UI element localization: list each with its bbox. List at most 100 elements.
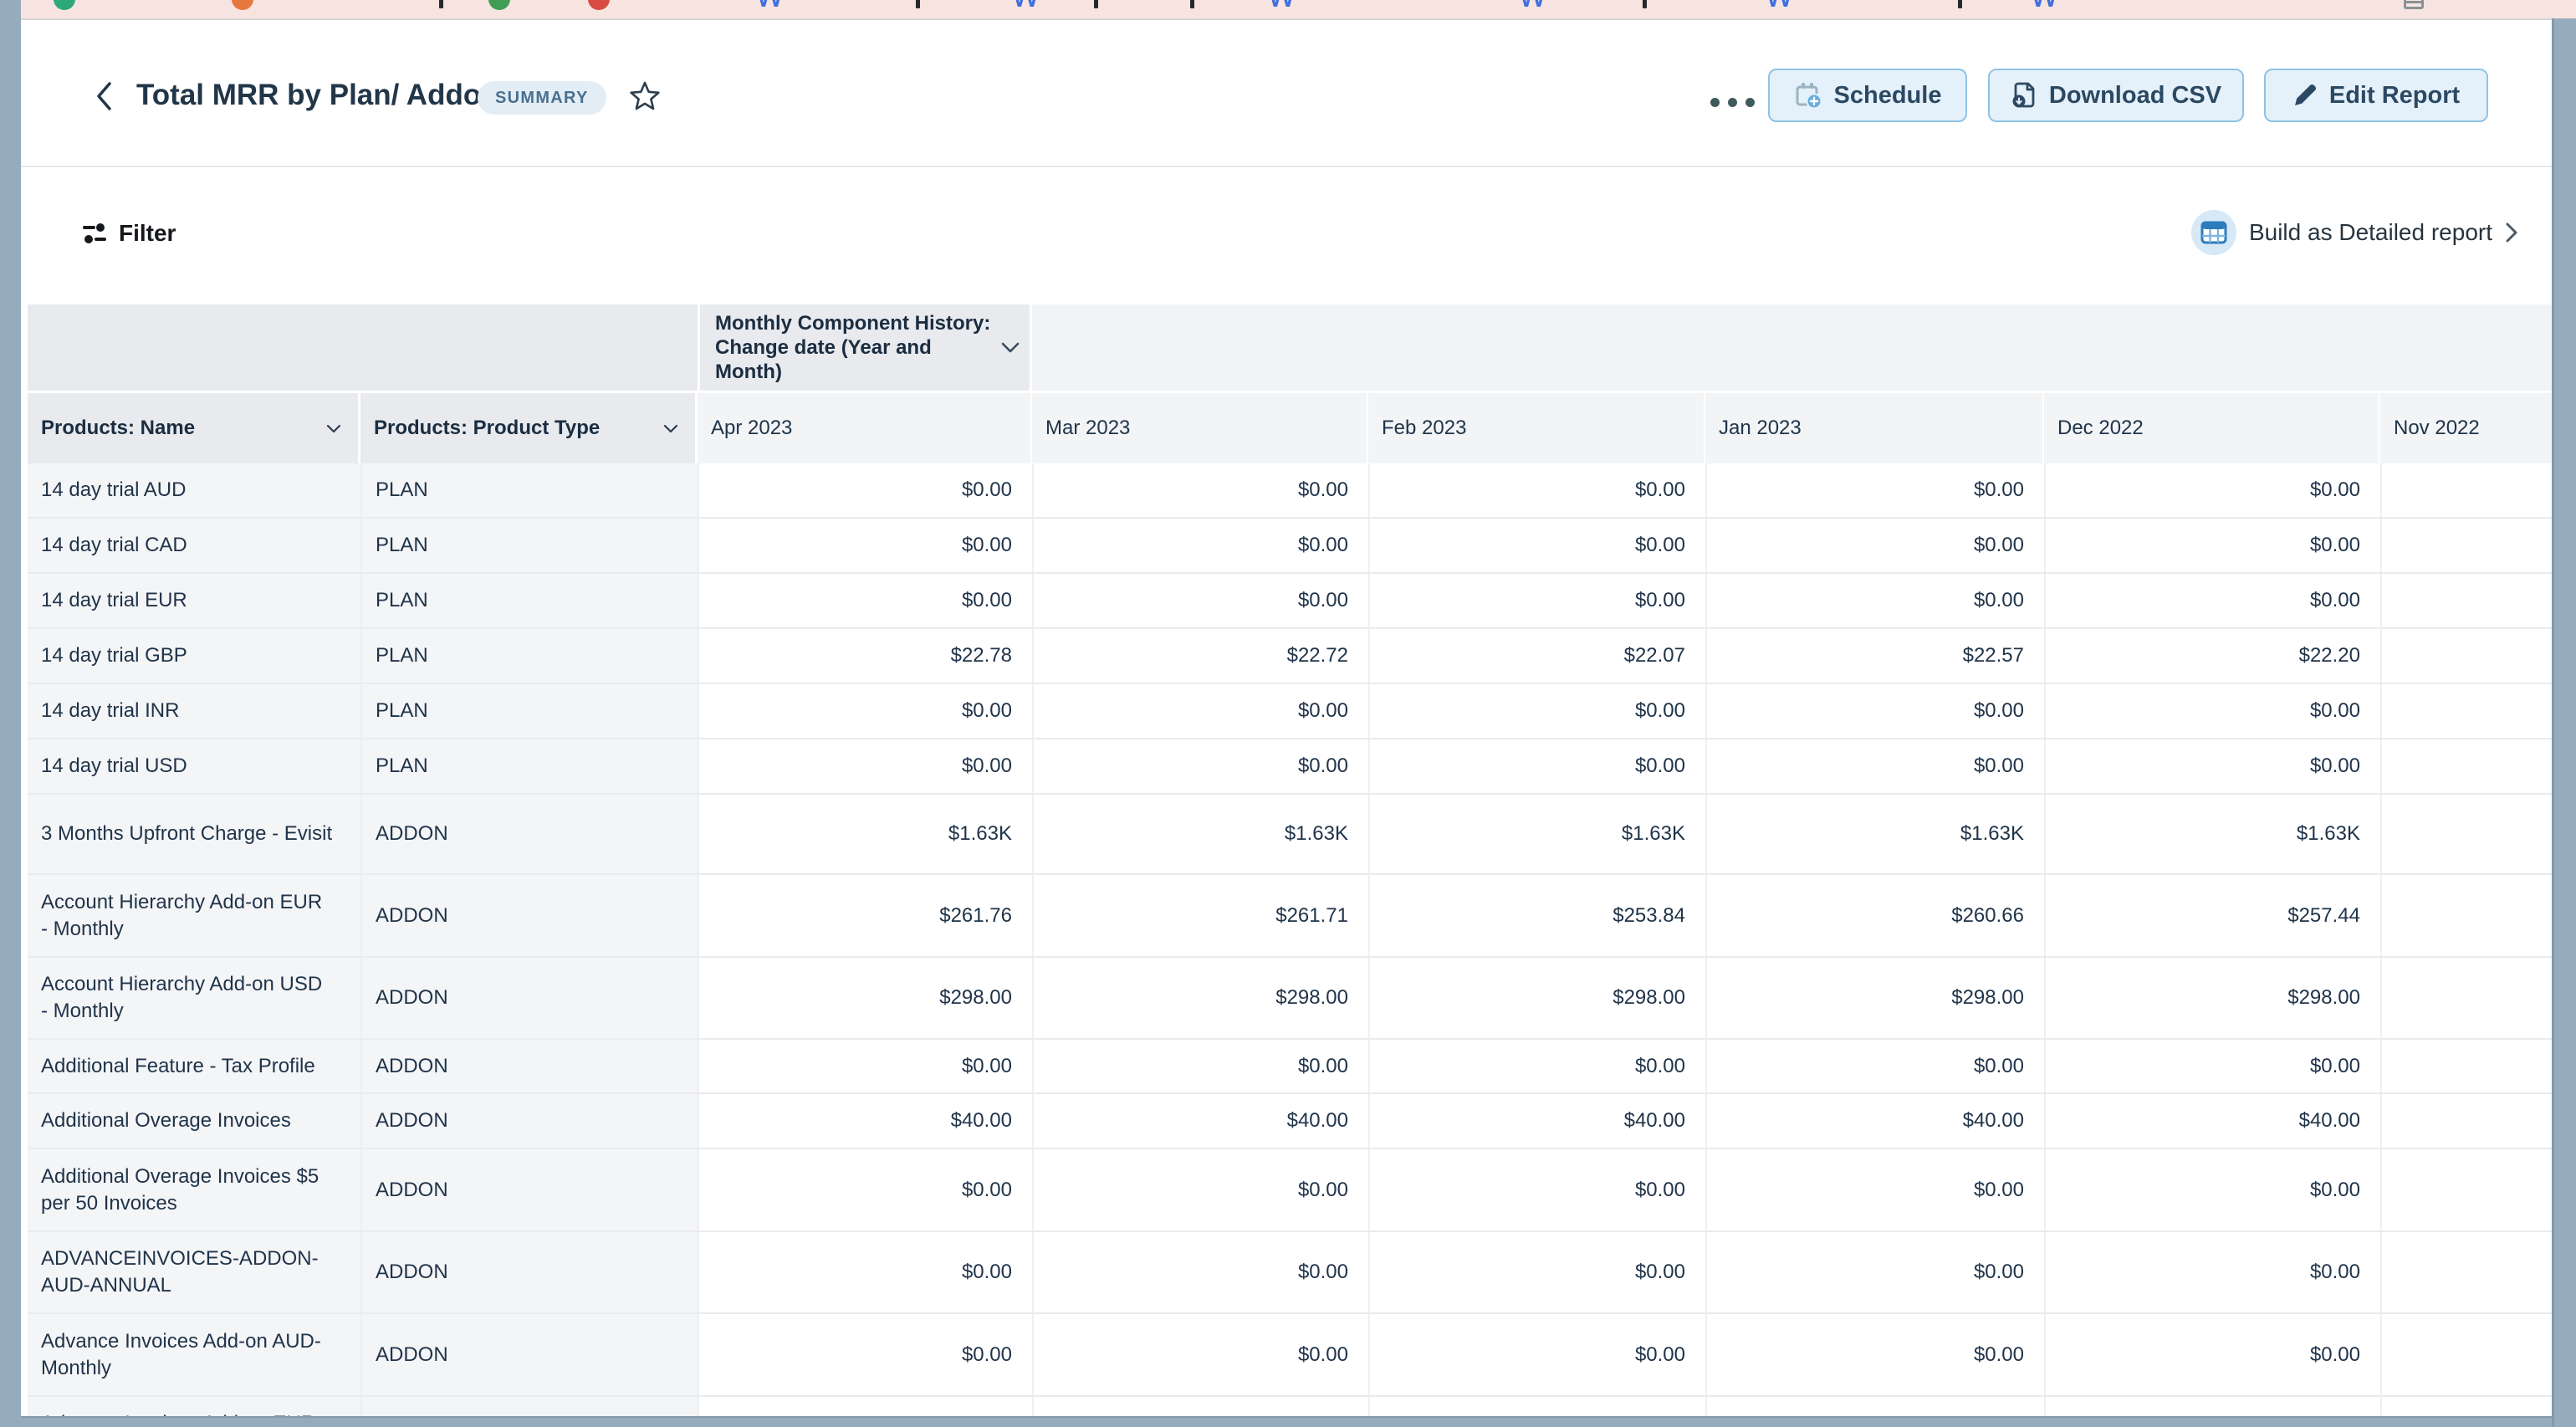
edit-report-button[interactable]: Edit Report <box>2264 69 2488 122</box>
build-detailed-report-link[interactable]: Build as Detailed report <box>2191 207 2518 258</box>
mrr-value-cell: $1.63K <box>1368 795 1705 873</box>
mrr-value-cell: $0.00 <box>2044 519 2380 572</box>
favicon-green-site[interactable] <box>488 0 510 10</box>
mrr-value-cell <box>2380 1314 2552 1395</box>
mrr-value-cell <box>2380 463 2552 517</box>
back-button[interactable] <box>84 77 123 115</box>
mrr-value-cell: $0.00 <box>1705 1040 2044 1092</box>
column-header-month[interactable]: Nov 2022 <box>2380 393 2552 463</box>
product-type-cell: PLAN <box>360 629 698 683</box>
column-header-month-label: Mar 2023 <box>1045 417 1130 440</box>
mrr-value-cell: $0.00 <box>1032 1040 1368 1092</box>
more-options-button[interactable] <box>1700 87 1764 117</box>
mrr-value-cell: $0.00 <box>1368 519 1705 572</box>
window-frame-right <box>2552 18 2576 1427</box>
mrr-value-cell: $0.00 <box>1368 1149 1705 1230</box>
favicon-wiki-blue[interactable]: ∨∨ <box>1268 0 1293 12</box>
favicon-red-site[interactable] <box>588 0 610 10</box>
column-header-month[interactable]: Dec 2022 <box>2044 393 2380 463</box>
build-detailed-report-label: Build as Detailed report <box>2249 219 2492 246</box>
mrr-value-cell: $0.00 <box>1368 574 1705 627</box>
mrr-value-cell: $0.00 <box>1032 1149 1368 1230</box>
mrr-value-cell: $0.00 <box>1705 684 2044 738</box>
mrr-value-cell <box>2044 1397 2380 1416</box>
column-header-month-label: Feb 2023 <box>1382 417 1466 440</box>
favicon-grid-app[interactable] <box>2404 0 2424 9</box>
mrr-value-cell <box>2380 1094 2552 1148</box>
star-icon <box>628 80 662 112</box>
favicon-wiki-blue[interactable]: ∨∨ <box>1766 0 1791 12</box>
favicon-tick[interactable] <box>1190 0 1194 8</box>
column-header-month[interactable]: Apr 2023 <box>698 393 1032 463</box>
product-name-cell: 14 day trial EUR <box>28 574 360 627</box>
product-type-cell: ADDON <box>360 875 698 956</box>
mrr-value-cell: $0.00 <box>698 574 1032 627</box>
mrr-value-cell <box>2380 958 2552 1038</box>
mrr-value-cell: $40.00 <box>2044 1094 2380 1148</box>
favicon-wiki-blue[interactable]: ∨∨ <box>756 0 781 12</box>
product-type-cell: ADDON <box>360 795 698 873</box>
mrr-value-cell: $0.00 <box>1032 1232 1368 1312</box>
product-type-cell: PLAN <box>360 463 698 517</box>
detailed-report-icon <box>2191 210 2236 255</box>
mrr-value-cell: $1.63K <box>1705 795 2044 873</box>
product-name-cell: Additional Overage Invoices <box>28 1094 360 1148</box>
favicon-green-site[interactable] <box>54 0 75 10</box>
table-row: Additional Overage InvoicesADDON $40.00$4… <box>28 1094 2552 1149</box>
favorite-star-button[interactable] <box>625 77 665 115</box>
product-type-cell: ADDON <box>360 1094 698 1148</box>
bookmarks-bar: ∨∨ ∨∨ ∨∨ ∨∨ ∨∨ ∨∨ <box>21 0 2576 20</box>
favicon-tick[interactable] <box>1643 0 1647 8</box>
table-row: 14 day trial GBPPLAN$22.78$22.72$22.07$2… <box>28 629 2552 684</box>
favicon-tick[interactable] <box>1958 0 1962 8</box>
favicon-wiki-blue[interactable]: ∨∨ <box>1519 0 1544 12</box>
column-header-product-name[interactable]: Products: Name <box>28 393 360 463</box>
table-row: Advance Invoices Add-on AUD-MonthlyADDON… <box>28 1314 2552 1397</box>
chevron-right-icon <box>2505 222 2518 243</box>
mrr-value-cell: $0.00 <box>1705 519 2044 572</box>
mrr-value-cell: $40.00 <box>1705 1094 2044 1148</box>
favicon-orange-site[interactable] <box>232 0 253 10</box>
mrr-value-cell: $0.00 <box>2044 463 2380 517</box>
column-header-product-name-label: Products: Name <box>41 417 195 440</box>
column-header-month[interactable]: Jan 2023 <box>1705 393 2044 463</box>
table-row: 14 day trial AUDPLAN$0.00$0.00$0.00$0.00… <box>28 463 2552 519</box>
mrr-value-cell: $0.00 <box>1705 739 2044 793</box>
mrr-value-cell: $0.00 <box>1368 1232 1705 1312</box>
mrr-value-cell: $0.00 <box>1705 463 2044 517</box>
mrr-value-cell: $0.00 <box>1368 1040 1705 1092</box>
favicon-wiki-blue[interactable]: ∨∨ <box>1012 0 1037 12</box>
filter-button[interactable]: Filter <box>81 213 176 253</box>
mrr-value-cell: $1.63K <box>1032 795 1368 873</box>
column-header-month[interactable]: Feb 2023 <box>1368 393 1705 463</box>
mrr-value-cell: $1.63K <box>698 795 1032 873</box>
favicon-wiki-blue[interactable]: ∨∨ <box>2031 0 2056 12</box>
schedule-button[interactable]: Schedule <box>1768 69 1967 122</box>
product-type-cell: PLAN <box>360 519 698 572</box>
favicon-tick[interactable] <box>916 0 920 8</box>
mrr-value-cell: $0.00 <box>698 1149 1032 1230</box>
mrr-value-cell: $0.00 <box>698 1040 1032 1092</box>
group-header-spacer <box>28 304 698 391</box>
download-csv-button-label: Download CSV <box>2049 82 2221 110</box>
mrr-value-cell: $253.84 <box>1368 875 1705 956</box>
mrr-value-cell: $0.00 <box>2044 684 2380 738</box>
favicon-tick[interactable] <box>439 0 443 8</box>
product-name-cell: 14 day trial AUD <box>28 463 360 517</box>
mrr-value-cell: $298.00 <box>1368 958 1705 1038</box>
filter-sliders-icon <box>81 221 108 246</box>
column-header-month[interactable]: Mar 2023 <box>1032 393 1368 463</box>
table-row: 3 Months Upfront Charge - EvisitADDON$1.… <box>28 795 2552 875</box>
mrr-value-cell: $0.00 <box>1705 574 2044 627</box>
chevron-down-icon <box>1001 342 1020 353</box>
mrr-value-cell: $298.00 <box>2044 958 2380 1038</box>
product-type-cell: PLAN <box>360 574 698 627</box>
product-type-cell: ADDON <box>360 958 698 1038</box>
mrr-value-cell: $0.00 <box>1368 739 1705 793</box>
column-header-product-type[interactable]: Products: Product Type <box>360 393 698 463</box>
mrr-value-cell: $0.00 <box>698 463 1032 517</box>
product-type-cell: ADDON <box>360 1314 698 1395</box>
download-csv-button[interactable]: Download CSV <box>1988 69 2244 122</box>
group-header-month-dimension[interactable]: Monthly Component History: Change date (… <box>698 304 1032 391</box>
favicon-tick[interactable] <box>1094 0 1098 8</box>
